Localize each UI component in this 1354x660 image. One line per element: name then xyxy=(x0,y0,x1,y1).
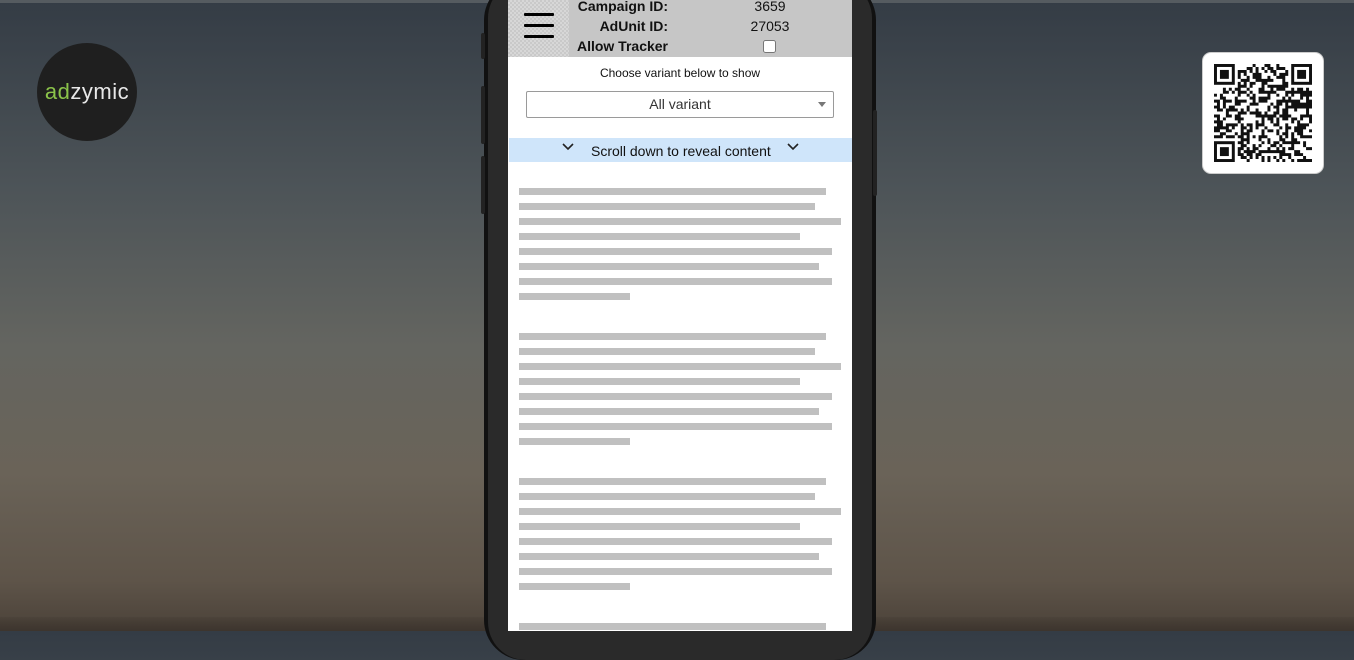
phone-silent-switch xyxy=(481,33,485,59)
qr-code-icon xyxy=(1214,64,1312,162)
menu-icon-bar xyxy=(524,24,554,27)
allow-tracker-checkbox[interactable] xyxy=(763,40,776,53)
scroll-hint-text: Scroll down to reveal content xyxy=(591,143,771,159)
chevron-down-icon xyxy=(787,143,799,151)
qr-finder-inner xyxy=(1297,69,1307,79)
ad-info-header: Campaign ID: 3659 AdUnit ID: 27053 Allow… xyxy=(508,0,852,57)
chevron-down-icon xyxy=(562,143,574,151)
campaign-id-row: Campaign ID: 3659 xyxy=(569,0,852,18)
phone-volume-up xyxy=(481,86,485,144)
campaign-id-label: Campaign ID: xyxy=(577,0,668,14)
adunit-id-label: AdUnit ID: xyxy=(599,18,668,34)
adzymic-logo: adzymic xyxy=(37,43,137,141)
logo-text-zymic: zymic xyxy=(70,79,130,104)
menu-icon-bar xyxy=(524,35,554,38)
adunit-id-row: AdUnit ID: 27053 xyxy=(569,18,852,38)
placeholder-paragraph xyxy=(519,188,841,308)
variant-select-value: All variant xyxy=(649,96,711,112)
menu-button[interactable] xyxy=(508,0,569,57)
qr-finder-inner xyxy=(1219,147,1229,157)
phone-power-button xyxy=(873,110,877,196)
menu-icon-bar xyxy=(524,13,554,16)
allow-tracker-row: Allow Tracker xyxy=(569,38,852,58)
chevron-down-icon xyxy=(818,102,826,107)
qr-finder-inner xyxy=(1219,69,1229,79)
placeholder-paragraph xyxy=(519,623,841,631)
placeholder-paragraph xyxy=(519,478,841,598)
scroll-hint-banner: Scroll down to reveal content xyxy=(509,138,852,162)
qr-code-card xyxy=(1203,53,1323,173)
logo-text-ad: ad xyxy=(44,79,71,104)
phone-screen: Campaign ID: 3659 AdUnit ID: 27053 Allow… xyxy=(508,0,852,631)
campaign-id-value: 3659 xyxy=(754,0,786,14)
phone-volume-down xyxy=(481,156,485,214)
adunit-id-value: 27053 xyxy=(750,18,790,34)
variant-prompt: Choose variant below to show xyxy=(599,66,761,80)
variant-select[interactable]: All variant xyxy=(526,91,834,118)
placeholder-paragraph xyxy=(519,333,841,453)
allow-tracker-label: Allow Tracker xyxy=(576,38,668,54)
